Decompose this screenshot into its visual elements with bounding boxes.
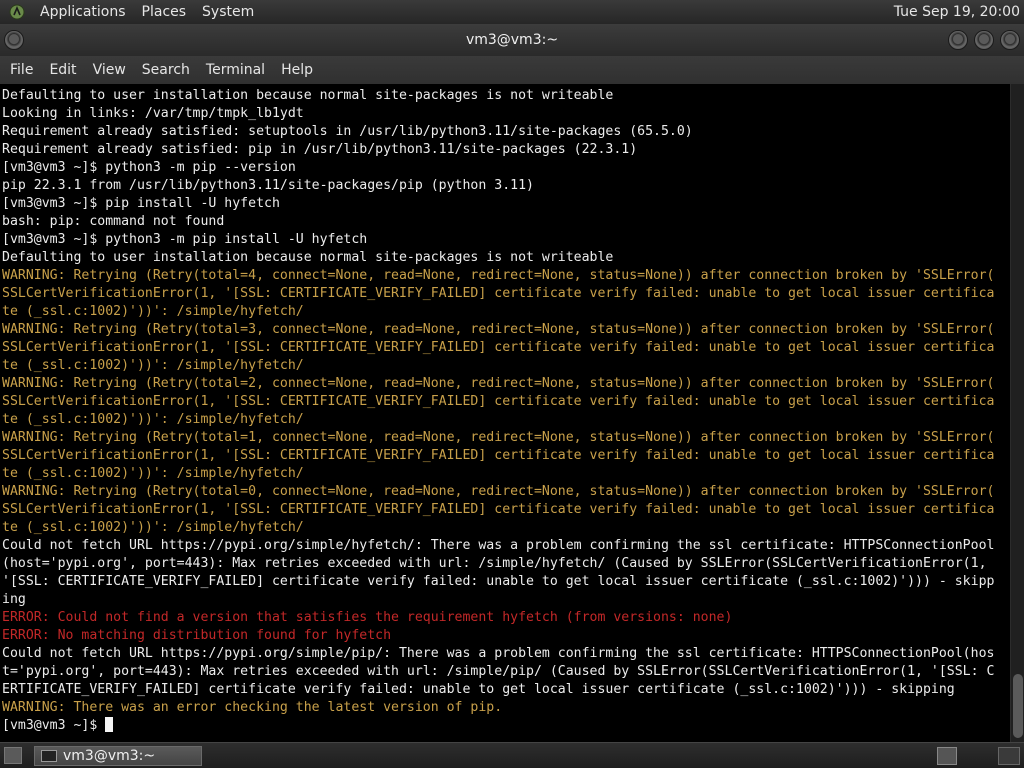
terminal-line: WARNING: Retrying (Retry(total=3, connec… bbox=[2, 322, 995, 337]
terminal-line: te (_ssl.c:1002)'))': /simple/hyfetch/ bbox=[2, 358, 304, 373]
trash-icon[interactable] bbox=[998, 747, 1020, 765]
menu-terminal[interactable]: Terminal bbox=[198, 56, 273, 84]
terminal-line: [vm3@vm3 ~]$ python3 -m pip install -U h… bbox=[2, 232, 368, 247]
terminal-line: WARNING: Retrying (Retry(total=0, connec… bbox=[2, 484, 995, 499]
menu-search[interactable]: Search bbox=[134, 56, 198, 84]
terminal-line: te (_ssl.c:1002)'))': /simple/hyfetch/ bbox=[2, 412, 304, 427]
terminal-line: WARNING: Retrying (Retry(total=1, connec… bbox=[2, 430, 995, 445]
clock[interactable]: Tue Sep 19, 20:00 bbox=[894, 4, 1024, 20]
terminal-line: WARNING: There was an error checking the… bbox=[2, 700, 503, 715]
terminal-line: SSLCertVerificationError(1, '[SSL: CERTI… bbox=[2, 286, 995, 301]
taskbar-terminal-button[interactable]: vm3@vm3:~ bbox=[34, 746, 202, 766]
terminal-line: WARNING: Retrying (Retry(total=2, connec… bbox=[2, 376, 995, 391]
minimize-icon[interactable] bbox=[948, 30, 968, 50]
terminal-line: (host='pypi.org', port=443): Max retries… bbox=[2, 556, 987, 571]
terminal-line: bash: pip: command not found bbox=[2, 214, 225, 229]
terminal-line: Defaulting to user installation because … bbox=[2, 250, 614, 265]
maximize-icon[interactable] bbox=[974, 30, 994, 50]
terminal-line: ing bbox=[2, 592, 26, 607]
terminal-line: te (_ssl.c:1002)'))': /simple/hyfetch/ bbox=[2, 466, 304, 481]
terminal-line: Requirement already satisfied: setuptool… bbox=[2, 124, 693, 139]
terminal-line: '[SSL: CERTIFICATE_VERIFY_FAILED] certif… bbox=[2, 574, 995, 589]
terminal-line: SSLCertVerificationError(1, '[SSL: CERTI… bbox=[2, 394, 995, 409]
taskbar-task-label: vm3@vm3:~ bbox=[63, 748, 156, 764]
terminal-scrollbar[interactable] bbox=[1010, 84, 1024, 742]
menu-edit[interactable]: Edit bbox=[41, 56, 84, 84]
terminal-line: Defaulting to user installation because … bbox=[2, 88, 614, 103]
menu-bar: File Edit View Search Terminal Help bbox=[0, 56, 1024, 84]
terminal-line: [vm3@vm3 ~]$ python3 -m pip --version bbox=[2, 160, 296, 175]
terminal-line: ERTIFICATE_VERIFY_FAILED] certificate ve… bbox=[2, 682, 955, 697]
menu-system[interactable]: System bbox=[194, 0, 262, 24]
terminal-line: te (_ssl.c:1002)'))': /simple/hyfetch/ bbox=[2, 520, 304, 535]
terminal-icon bbox=[41, 750, 57, 762]
top-panel: Applications Places System Tue Sep 19, 2… bbox=[0, 0, 1024, 24]
terminal-line: [vm3@vm3 ~]$ pip install -U hyfetch bbox=[2, 196, 280, 211]
show-desktop-icon[interactable] bbox=[4, 747, 22, 764]
scrollbar-thumb[interactable] bbox=[1013, 674, 1023, 738]
window-title-bar[interactable]: vm3@vm3:~ bbox=[0, 24, 1024, 56]
terminal-line: Requirement already satisfied: pip in /u… bbox=[2, 142, 638, 157]
menu-file[interactable]: File bbox=[2, 56, 41, 84]
terminal-line: te (_ssl.c:1002)'))': /simple/hyfetch/ bbox=[2, 304, 304, 319]
menu-places[interactable]: Places bbox=[134, 0, 195, 24]
terminal-line: SSLCertVerificationError(1, '[SSL: CERTI… bbox=[2, 502, 995, 517]
terminal-line: Could not fetch URL https://pypi.org/sim… bbox=[2, 646, 995, 661]
close-icon[interactable] bbox=[1000, 30, 1020, 50]
terminal-output[interactable]: Defaulting to user installation because … bbox=[0, 84, 1010, 742]
gnome-foot-icon[interactable] bbox=[6, 1, 28, 23]
workspace-switcher-icon[interactable] bbox=[937, 747, 957, 765]
terminal-line: SSLCertVerificationError(1, '[SSL: CERTI… bbox=[2, 340, 995, 355]
terminal-line: SSLCertVerificationError(1, '[SSL: CERTI… bbox=[2, 448, 995, 463]
menu-applications[interactable]: Applications bbox=[32, 0, 134, 24]
text-cursor bbox=[105, 717, 114, 732]
terminal-line: Could not fetch URL https://pypi.org/sim… bbox=[2, 538, 995, 553]
terminal-prompt-line[interactable]: [vm3@vm3 ~]$ bbox=[2, 717, 1010, 735]
terminal-line: Looking in links: /var/tmp/tmpk_lb1ydt bbox=[2, 106, 304, 121]
terminal-line: ERROR: Could not find a version that sat… bbox=[2, 610, 733, 625]
terminal-prompt: [vm3@vm3 ~]$ bbox=[2, 718, 106, 733]
menu-view[interactable]: View bbox=[85, 56, 134, 84]
bottom-panel: vm3@vm3:~ bbox=[0, 742, 1024, 768]
terminal-line: ERROR: No matching distribution found fo… bbox=[2, 628, 392, 643]
close-icon[interactable] bbox=[4, 30, 24, 50]
window-title: vm3@vm3:~ bbox=[465, 32, 559, 48]
terminal-line: t='pypi.org', port=443): Max retries exc… bbox=[2, 664, 995, 679]
terminal-line: pip 22.3.1 from /usr/lib/python3.11/site… bbox=[2, 178, 534, 193]
menu-help[interactable]: Help bbox=[273, 56, 321, 84]
terminal-line: WARNING: Retrying (Retry(total=4, connec… bbox=[2, 268, 995, 283]
